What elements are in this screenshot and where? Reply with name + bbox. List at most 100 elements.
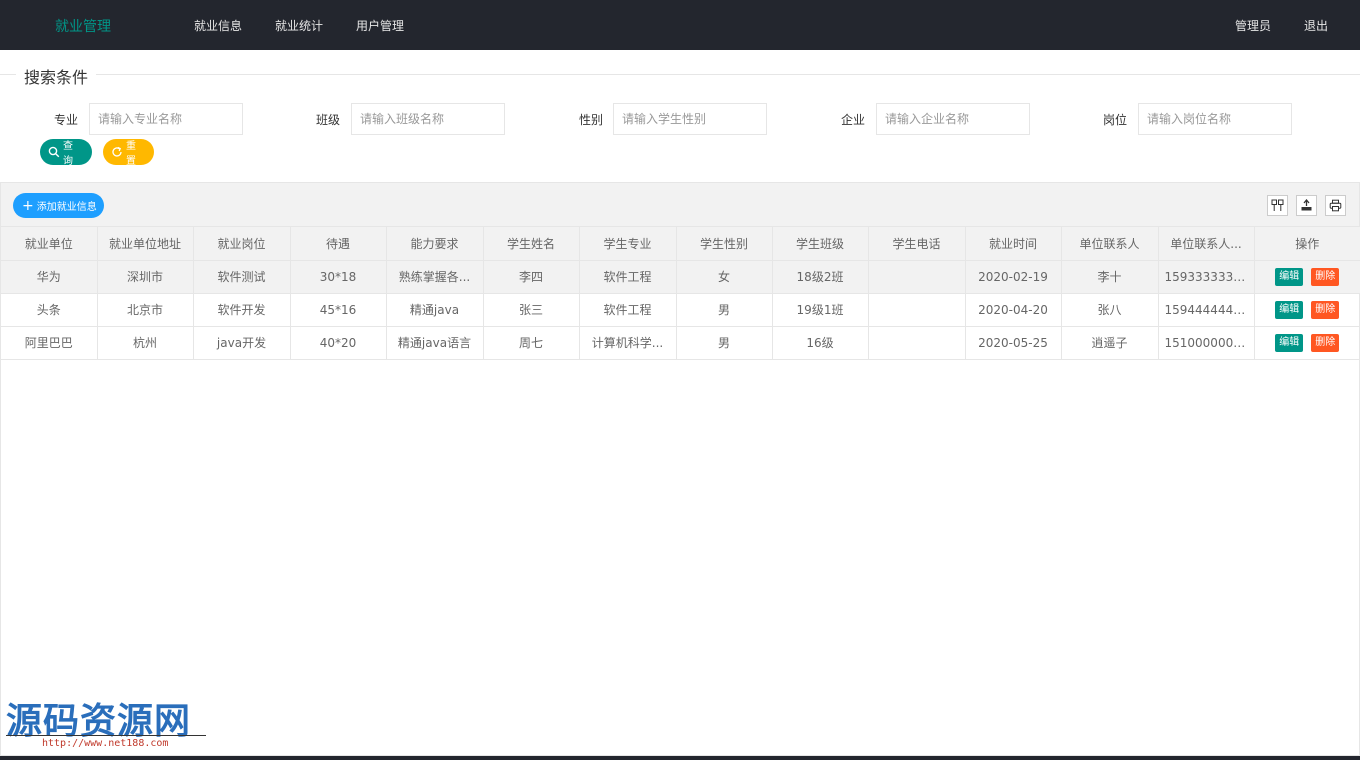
column-header[interactable]: 就业时间	[965, 227, 1062, 261]
cell-contact: 李十	[1061, 260, 1159, 294]
cell-actions: 编辑 删除	[1254, 260, 1360, 294]
column-header[interactable]: 就业岗位	[193, 227, 291, 261]
post-label: 岗位	[1103, 113, 1128, 127]
cell-ability: 精通java语言	[386, 326, 484, 360]
cell-unit: 华为	[1, 260, 98, 294]
cell-ability: 熟练掌握各...	[386, 260, 484, 294]
cell-major: 计算机科学...	[579, 326, 677, 360]
columns-icon[interactable]	[1267, 195, 1288, 216]
class-label: 班级	[316, 113, 341, 127]
cell-unit: 头条	[1, 293, 98, 327]
cell-phone	[868, 326, 966, 360]
cell-date: 2020-04-20	[965, 293, 1062, 327]
top-navbar: 就业管理 就业信息 就业统计 用户管理 管理员 退出	[0, 0, 1360, 50]
cell-date: 2020-02-19	[965, 260, 1062, 294]
column-header[interactable]: 单位联系人...	[1158, 227, 1255, 261]
cell-contact: 逍遥子	[1061, 326, 1159, 360]
table-header-row: 就业单位 就业单位地址 就业岗位 待遇 能力要求 学生姓名 学生专业 学生性别 …	[1, 227, 1360, 261]
edit-button[interactable]: 编辑	[1275, 300, 1304, 319]
cell-name: 张三	[483, 293, 580, 327]
class-input[interactable]	[351, 103, 505, 135]
cell-gender: 男	[676, 293, 773, 327]
cell-address: 杭州	[97, 326, 194, 360]
column-header[interactable]: 学生性别	[676, 227, 773, 261]
post-input[interactable]	[1138, 103, 1292, 135]
major-input[interactable]	[89, 103, 243, 135]
cell-phone	[868, 260, 966, 294]
logout-link[interactable]: 退出	[1304, 17, 1328, 34]
add-button-label: 添加就业信息	[36, 202, 97, 213]
cell-class: 18级2班	[772, 260, 869, 294]
watermark-divider	[6, 735, 206, 736]
table-row[interactable]: 阿里巴巴 杭州 java开发 40*20 精通java语言 周七 计算机科学..…	[1, 326, 1360, 360]
column-header[interactable]: 能力要求	[386, 227, 484, 261]
cell-salary: 30*18	[290, 260, 387, 294]
cell-post: 软件开发	[193, 293, 291, 327]
search-form: 专业 班级 性别 企业 岗位	[0, 103, 1360, 135]
column-header[interactable]: 单位联系人	[1061, 227, 1159, 261]
cell-contact-phone: 15933333333	[1158, 260, 1255, 294]
reset-button[interactable]: 重置	[103, 139, 154, 167]
watermark: 源码资源网 http://www.net188.com	[6, 692, 206, 749]
column-header[interactable]: 学生姓名	[483, 227, 580, 261]
cell-contact-phone: 15100000000	[1158, 326, 1255, 360]
nav-item-employment-stats[interactable]: 就业统计	[275, 17, 323, 34]
column-header[interactable]: 就业单位地址	[97, 227, 194, 261]
cell-name: 李四	[483, 260, 580, 294]
cell-address: 北京市	[97, 293, 194, 327]
nav-item-user-management[interactable]: 用户管理	[356, 17, 404, 34]
column-header[interactable]: 学生班级	[772, 227, 869, 261]
search-icon	[48, 146, 60, 158]
delete-button[interactable]: 删除	[1311, 333, 1340, 352]
search-fieldset-line	[0, 74, 1360, 75]
brand-logo[interactable]: 就业管理	[55, 16, 111, 36]
cell-actions: 编辑 删除	[1254, 293, 1360, 327]
cell-class: 19级1班	[772, 293, 869, 327]
cell-gender: 男	[676, 326, 773, 360]
cell-post: java开发	[193, 326, 291, 360]
gender-label: 性别	[579, 113, 604, 127]
nav-item-employment-info[interactable]: 就业信息	[194, 17, 242, 34]
watermark-url: http://www.net188.com	[42, 738, 169, 749]
column-header[interactable]: 学生专业	[579, 227, 677, 261]
cell-salary: 45*16	[290, 293, 387, 327]
cell-address: 深圳市	[97, 260, 194, 294]
reset-button-label: 重置	[126, 141, 136, 167]
column-header: 操作	[1254, 227, 1360, 261]
gender-input[interactable]	[613, 103, 767, 135]
query-button-label: 查询	[63, 141, 73, 167]
watermark-title: 源码资源网	[6, 701, 192, 742]
data-table-panel: + 添加就业信息 就业单位 就业单位地址 就业岗位 待遇 能力要求 学生姓名 学…	[0, 182, 1360, 756]
company-label: 企业	[841, 113, 866, 127]
cell-class: 16级	[772, 326, 869, 360]
query-button[interactable]: 查询	[40, 139, 92, 167]
column-header[interactable]: 学生电话	[868, 227, 966, 261]
table-row[interactable]: 头条 北京市 软件开发 45*16 精通java 张三 软件工程 男 19级1班…	[1, 293, 1360, 327]
delete-button[interactable]: 删除	[1311, 300, 1340, 319]
user-menu[interactable]: 管理员	[1235, 17, 1271, 34]
cell-gender: 女	[676, 260, 773, 294]
cell-ability: 精通java	[386, 293, 484, 327]
bottom-bar	[0, 756, 1360, 760]
cell-major: 软件工程	[579, 260, 677, 294]
cell-major: 软件工程	[579, 293, 677, 327]
edit-button[interactable]: 编辑	[1275, 267, 1304, 286]
refresh-icon	[111, 146, 123, 158]
cell-contact: 张八	[1061, 293, 1159, 327]
table-row[interactable]: 华为 深圳市 软件测试 30*18 熟练掌握各... 李四 软件工程 女 18级…	[1, 260, 1360, 294]
export-icon[interactable]	[1296, 195, 1317, 216]
cell-salary: 40*20	[290, 326, 387, 360]
company-input[interactable]	[876, 103, 1030, 135]
print-icon[interactable]	[1325, 195, 1346, 216]
edit-button[interactable]: 编辑	[1275, 333, 1304, 352]
column-header[interactable]: 就业单位	[1, 227, 98, 261]
cell-unit: 阿里巴巴	[1, 326, 98, 360]
employment-table: 就业单位 就业单位地址 就业岗位 待遇 能力要求 学生姓名 学生专业 学生性别 …	[1, 227, 1360, 360]
column-header[interactable]: 待遇	[290, 227, 387, 261]
cell-date: 2020-05-25	[965, 326, 1062, 360]
add-employment-button[interactable]: + 添加就业信息	[13, 193, 104, 218]
delete-button[interactable]: 删除	[1311, 267, 1340, 286]
cell-actions: 编辑 删除	[1254, 326, 1360, 360]
plus-icon: +	[22, 197, 34, 214]
cell-name: 周七	[483, 326, 580, 360]
